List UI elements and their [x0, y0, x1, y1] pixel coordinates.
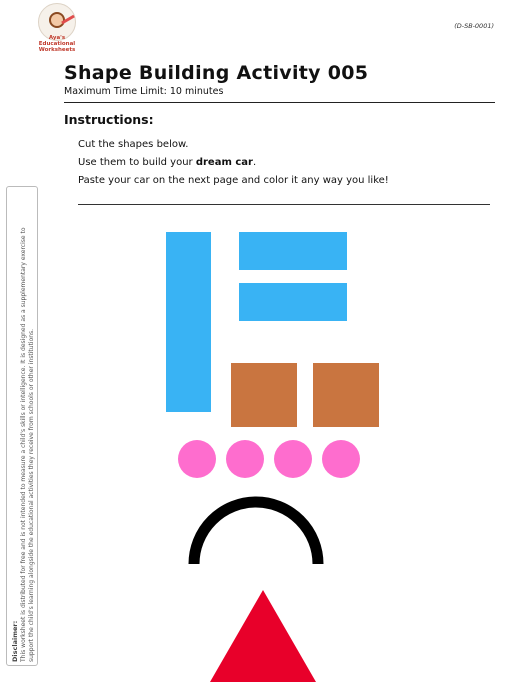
black-semicircle-arch [188, 496, 324, 565]
title-divider [64, 102, 495, 103]
dream-car-emphasis: dream car [195, 157, 253, 168]
brown-square-right [313, 363, 379, 427]
time-limit: Maximum Time Limit: 10 minutes [64, 86, 224, 97]
brand-logo: Aya's Educational Worksheets [30, 3, 84, 53]
disclaimer-title: Disclaimer: [11, 620, 19, 662]
pink-circle-3 [274, 440, 312, 478]
instructions-divider [78, 204, 490, 205]
instruction-line-3: Paste your car on the next page and colo… [78, 175, 389, 186]
red-triangle [210, 590, 316, 682]
pink-circle-1 [178, 440, 216, 478]
disclaimer-text: Disclaimer: This worksheet is distribute… [11, 192, 36, 662]
disclaimer-line-1: This worksheet is distributed for free a… [20, 227, 27, 662]
pink-circle-2 [226, 440, 264, 478]
instruction-line-2: Use them to build your dream car. [78, 157, 256, 168]
instruction-line-1: Cut the shapes below. [78, 139, 189, 150]
logo-text-line2: Worksheets [38, 47, 76, 53]
document-code: (D-SB-0001) [454, 22, 494, 30]
logo-text: Aya's Educational Worksheets [30, 35, 84, 53]
brown-square-left [231, 363, 297, 427]
instruction-line-2-suffix: . [252, 157, 257, 168]
disclaimer-line-2: support the child's learning alongside t… [28, 328, 35, 662]
logo-text-line1: Aya's Educational [38, 35, 76, 47]
wide-blue-rectangle-bottom [239, 283, 347, 321]
instruction-line-2-prefix: Use them to build your [78, 157, 196, 168]
pink-circle-4 [322, 440, 360, 478]
tall-blue-rectangle [166, 232, 211, 412]
wide-blue-rectangle-top [239, 232, 347, 270]
instructions-heading: Instructions: [64, 112, 154, 127]
page-title: Shape Building Activity 005 [64, 62, 369, 84]
